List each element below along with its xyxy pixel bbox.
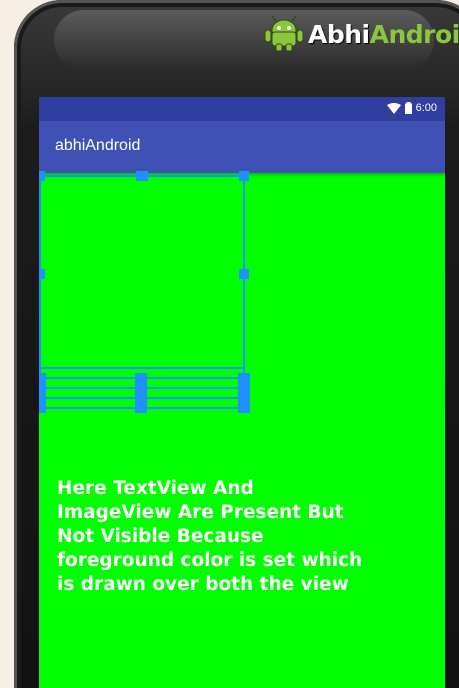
logo-text-secondary: Android <box>369 19 459 49</box>
textview-handle-center[interactable] <box>135 373 147 413</box>
wifi-icon <box>386 102 401 114</box>
resize-handle-middle-left[interactable] <box>39 269 45 279</box>
status-bar: 6:00 <box>39 97 445 121</box>
action-bar: abhiAndroid <box>39 121 445 173</box>
app-title: abhiAndroid <box>55 137 141 154</box>
resize-handle-top-right[interactable] <box>239 171 249 181</box>
foreground-message: Here TextView And ImageView Are Present … <box>57 478 363 595</box>
logo-text-primary: Abhi <box>308 19 370 49</box>
textview-handle-right[interactable] <box>238 373 250 413</box>
page: AbhiAndroid 6:00 abhiAndroid <box>0 0 459 688</box>
textview-handle-left[interactable] <box>39 373 46 413</box>
brand-logo: AbhiAndroid <box>264 14 459 54</box>
resize-handle-top-center[interactable] <box>136 171 148 181</box>
selection-edge-bottom <box>39 367 245 369</box>
device-screen: 6:00 abhiAndroid Here TextView And Image… <box>39 97 445 688</box>
status-time: 6:00 <box>415 102 437 114</box>
resize-handle-middle-right[interactable] <box>239 269 249 279</box>
battery-icon <box>404 102 412 114</box>
status-icons: 6:00 <box>386 102 437 114</box>
android-robot-icon <box>264 16 304 52</box>
resize-handle-top-left[interactable] <box>39 171 45 181</box>
